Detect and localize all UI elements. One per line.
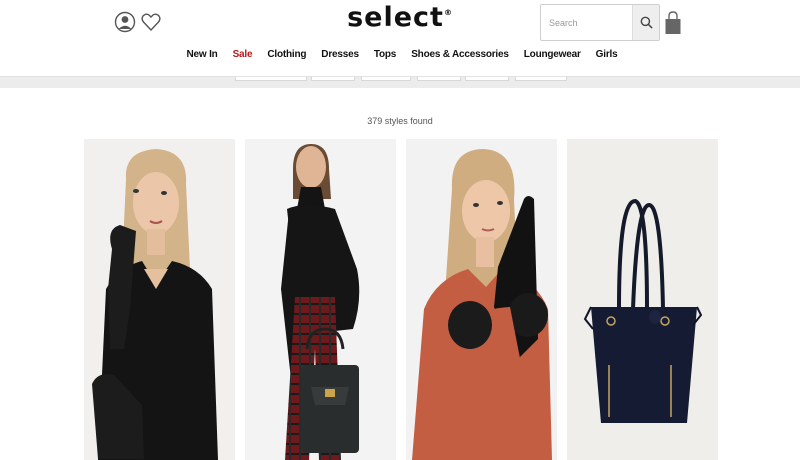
filter-bar <box>0 76 800 88</box>
nav-item-girls[interactable]: Girls <box>596 49 618 63</box>
product-image <box>567 139 718 460</box>
product-card[interactable] <box>84 139 235 460</box>
product-card[interactable] <box>245 139 396 460</box>
product-card[interactable] <box>567 139 718 460</box>
nav-item-dresses[interactable]: Dresses <box>321 49 359 63</box>
filter-button[interactable] <box>235 77 307 81</box>
product-card[interactable] <box>406 139 557 460</box>
search-input[interactable] <box>541 5 633 40</box>
main-nav: New In Sale Clothing Dresses Tops Shoes … <box>0 49 800 63</box>
site-header: select® New In Sale Clothing Dresses Top… <box>0 0 800 76</box>
results-count: 379 styles found <box>367 116 433 126</box>
filter-button[interactable] <box>515 77 567 81</box>
registered-mark: ® <box>443 8 453 17</box>
product-image <box>84 139 235 460</box>
search-box <box>540 4 660 41</box>
brand-logo-text: select <box>347 2 444 33</box>
nav-item-clothing[interactable]: Clothing <box>267 49 306 63</box>
shopping-bag-icon[interactable] <box>664 10 682 36</box>
nav-item-tops[interactable]: Tops <box>374 49 397 63</box>
filter-button[interactable] <box>361 77 411 81</box>
filter-button[interactable] <box>417 77 461 81</box>
nav-item-loungewear[interactable]: Loungewear <box>524 49 581 63</box>
nav-item-shoes-accessories[interactable]: Shoes & Accessories <box>411 49 509 63</box>
filter-button[interactable] <box>311 77 355 81</box>
product-image <box>245 139 396 460</box>
nav-item-sale[interactable]: Sale <box>233 49 253 63</box>
search-icon <box>640 16 653 29</box>
product-image <box>406 139 557 460</box>
nav-item-new-in[interactable]: New In <box>187 49 218 63</box>
filter-button[interactable] <box>465 77 509 81</box>
search-button[interactable] <box>632 5 659 40</box>
